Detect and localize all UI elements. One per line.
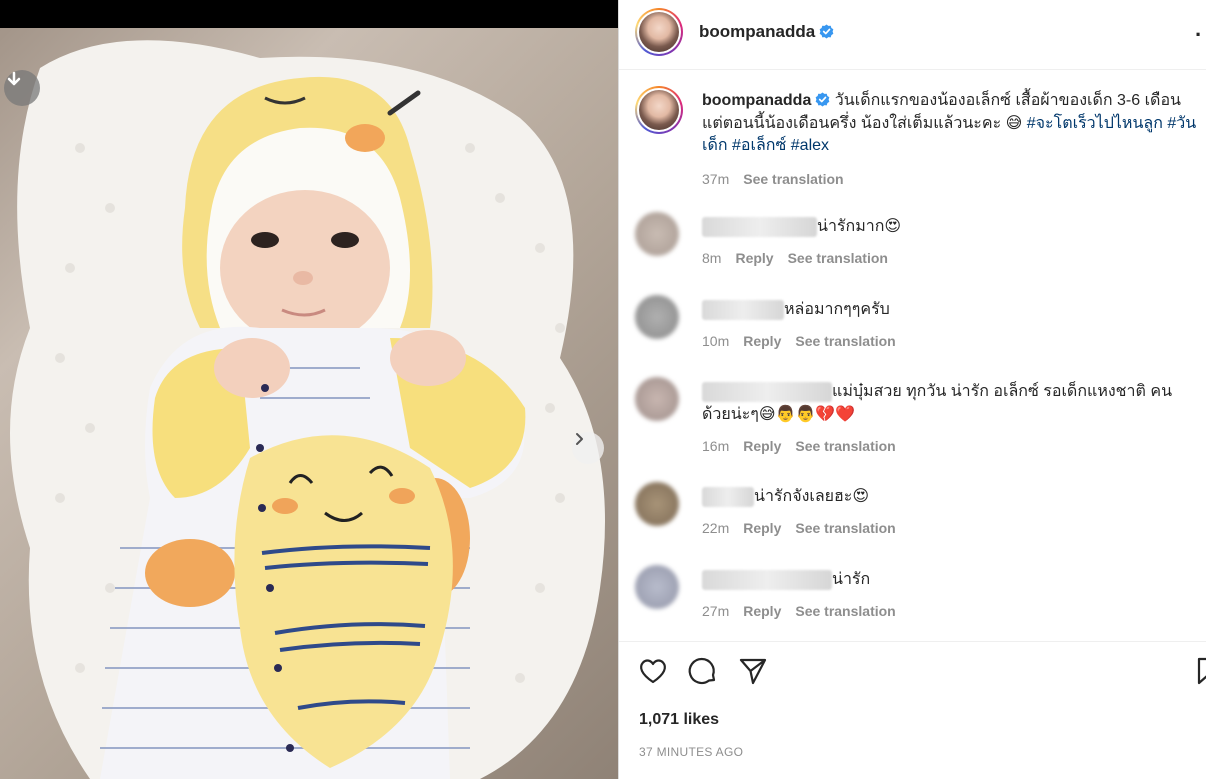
comment-text: น่ารักมาก😍 (817, 218, 902, 235)
see-translation-button[interactable]: See translation (795, 603, 895, 619)
post-detail-panel: boompanadda · boompanadda วันเด็กแรกของน… (619, 0, 1206, 779)
baby-photo-illustration (10, 40, 605, 779)
commenter-username-blurred[interactable] (702, 381, 832, 402)
see-translation-button[interactable]: See translation (795, 333, 895, 349)
caption-see-translation[interactable]: See translation (743, 171, 843, 187)
share-button[interactable] (737, 655, 771, 689)
verified-badge-icon (819, 24, 834, 39)
actions-divider (619, 641, 1206, 642)
commenter-avatar[interactable] (635, 565, 679, 609)
comment-meta: 22m Reply See translation (702, 520, 896, 536)
comment-time[interactable]: 27m (702, 603, 729, 619)
comment-button[interactable] (687, 655, 721, 689)
commenter-username-blurred[interactable] (702, 216, 817, 237)
verified-badge-icon (816, 92, 830, 107)
post-timestamp[interactable]: 37 MINUTES AGO (639, 745, 743, 759)
comment-body: น่ารัก (702, 568, 1202, 591)
commenter-username-blurred[interactable] (702, 299, 784, 320)
comment-meta: 16m Reply See translation (702, 438, 896, 454)
comment-text: น่ารัก (832, 571, 871, 588)
comment-body: หล่อมากๆๆครับ (702, 298, 1202, 321)
comment-text: หล่อมากๆๆครับ (784, 301, 890, 318)
caption-username[interactable]: boompanadda (702, 92, 811, 109)
comment-body: น่ารักมาก😍 (702, 215, 1202, 238)
hashtag-link[interactable]: #alex (791, 137, 829, 154)
post-media (0, 0, 618, 779)
see-translation-button[interactable]: See translation (795, 438, 895, 454)
caption-timestamp[interactable]: 37m (702, 171, 729, 187)
post-photo[interactable] (0, 28, 618, 779)
comment-icon (688, 657, 716, 685)
see-translation-button[interactable]: See translation (795, 520, 895, 536)
caption-meta: 37m See translation (702, 168, 1202, 191)
more-icon: · (1195, 22, 1203, 47)
reply-button[interactable]: Reply (743, 438, 781, 454)
comment-text: แม่บุ๋มสวย ทุกวัน น่ารัก อเล็กซ์ รอเด็กแ… (832, 383, 1172, 400)
like-button[interactable] (637, 655, 671, 689)
save-button[interactable] (1191, 655, 1206, 689)
comment-text: น่ารักจังเลยฮะ😍 (754, 488, 870, 505)
instagram-post-view: boompanadda · boompanadda วันเด็กแรกของน… (0, 0, 1206, 779)
comment-meta: 8m Reply See translation (702, 250, 888, 266)
caption-author-avatar[interactable] (635, 86, 683, 134)
download-icon (7, 71, 21, 86)
more-options-button[interactable]: · (1195, 22, 1202, 48)
commenter-avatar[interactable] (635, 377, 679, 421)
comment-meta: 10m Reply See translation (702, 333, 896, 349)
hashtag-link[interactable]: #จะโตเร็วไปไหนลูก (1027, 115, 1163, 132)
likes-count[interactable]: 1,071 likes (639, 711, 719, 729)
commenter-avatar[interactable] (635, 212, 679, 256)
media-top-bar (0, 0, 618, 28)
hashtag-link[interactable]: #อเล็กซ์ (732, 137, 786, 154)
reply-button[interactable]: Reply (743, 603, 781, 619)
download-button[interactable] (4, 70, 40, 106)
post-header: boompanadda · (619, 0, 1206, 70)
see-translation-button[interactable]: See translation (788, 250, 888, 266)
commenter-username-blurred[interactable] (702, 569, 832, 590)
comment-meta: 27m Reply See translation (702, 603, 896, 619)
comment-body: น่ารักจังเลยฮะ😍 (702, 485, 1202, 508)
reply-button[interactable]: Reply (735, 250, 773, 266)
commenter-avatar[interactable] (635, 482, 679, 526)
share-icon (739, 658, 767, 685)
comment-time[interactable]: 22m (702, 520, 729, 536)
post-actions (619, 655, 1206, 695)
heart-icon (640, 659, 666, 684)
reply-button[interactable]: Reply (743, 520, 781, 536)
comment-body: แม่บุ๋มสวย ทุกวัน น่ารัก อเล็กซ์ รอเด็กแ… (702, 380, 1202, 426)
comment-time[interactable]: 10m (702, 333, 729, 349)
author-avatar[interactable] (635, 8, 683, 56)
post-caption: boompanadda วันเด็กแรกของน้องอเล็กซ์ เสื… (702, 90, 1202, 190)
author-username[interactable]: boompanadda (699, 22, 834, 42)
comment-time[interactable]: 8m (702, 250, 721, 266)
reply-button[interactable]: Reply (743, 333, 781, 349)
commenter-username-blurred[interactable] (702, 486, 754, 507)
comment-text-continued: ด้วยน่ะๆ😅👨👨💔❤️ (702, 406, 856, 423)
next-photo-button[interactable] (572, 432, 604, 464)
chevron-right-icon (576, 433, 583, 445)
commenter-avatar[interactable] (635, 295, 679, 339)
bookmark-icon (1197, 657, 1206, 685)
comment-time[interactable]: 16m (702, 438, 729, 454)
